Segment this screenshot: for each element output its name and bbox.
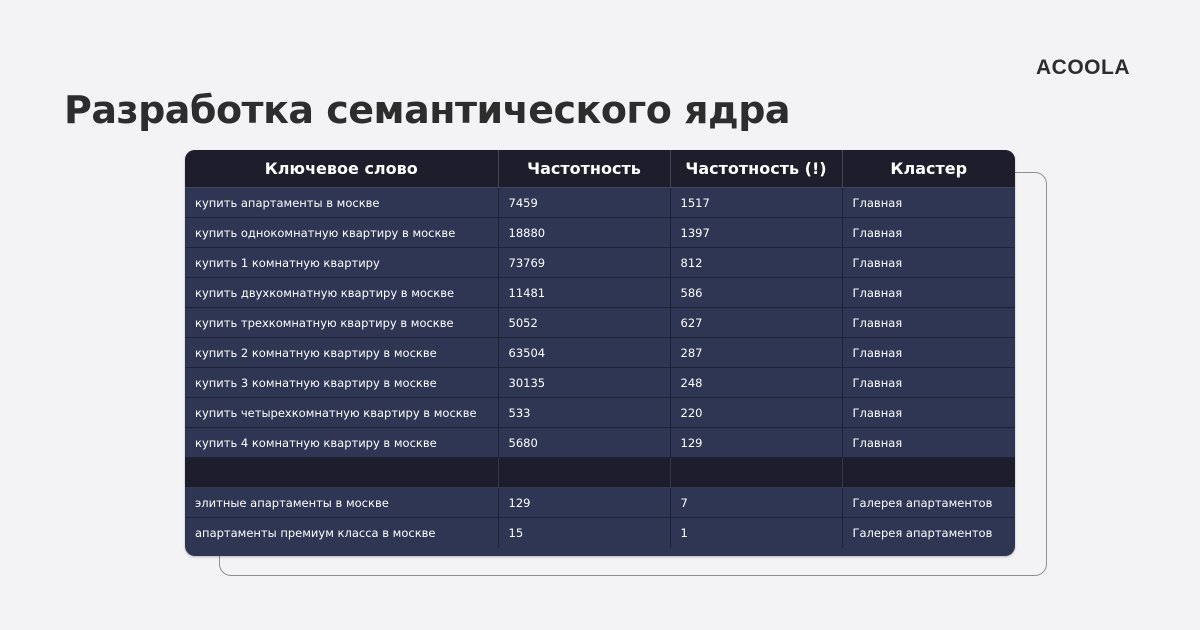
cell-cluster: Галерея апартаментов bbox=[852, 525, 993, 540]
cell-cluster: Главная bbox=[842, 367, 1015, 398]
cell-frequency: 11481 bbox=[498, 277, 671, 308]
cell-cluster: Галерея апартаментов bbox=[842, 487, 1015, 518]
cell-keyword: купить 2 комнатную квартиру в москве bbox=[185, 337, 499, 368]
cell-exact-frequency: 129 bbox=[670, 427, 843, 458]
separator-cell bbox=[185, 457, 499, 488]
cell-exact-frequency: 7 bbox=[670, 487, 843, 518]
cell-keyword: купить однокомнатную квартиру в москве bbox=[185, 217, 499, 248]
cell-cluster: Главная bbox=[842, 307, 1015, 338]
cell-frequency: 63504 bbox=[498, 337, 671, 368]
table-row: купить трехкомнатную квартиру в москве 5… bbox=[185, 307, 1015, 338]
cell-cluster: Главная bbox=[842, 277, 1015, 308]
cell-frequency: 129 bbox=[498, 487, 671, 518]
cell-keyword: купить 3 комнатную квартиру в москве bbox=[185, 367, 499, 398]
cell-frequency: 18880 bbox=[498, 217, 671, 248]
cell-cluster: Главная bbox=[842, 397, 1015, 428]
cell-keyword: купить 4 комнатную квартиру в москве bbox=[185, 427, 499, 458]
cell-frequency: 15 bbox=[498, 517, 671, 548]
header-frequency: Частотность bbox=[498, 150, 671, 188]
semantic-core-table-card: Ключевое слово Частотность Частотность (… bbox=[185, 150, 1015, 556]
cell-cluster: Главная bbox=[842, 247, 1015, 278]
cell-exact-frequency: 248 bbox=[670, 367, 843, 398]
table-row: купить 4 комнатную квартиру в москве 568… bbox=[185, 427, 1015, 458]
table-row: купить 3 комнатную квартиру в москве 301… bbox=[185, 367, 1015, 398]
cell-exact-frequency: 812 bbox=[670, 247, 843, 278]
semantic-core-table: Ключевое слово Частотность Частотность (… bbox=[185, 150, 1015, 548]
table-row: купить 2 комнатную квартиру в москве 635… bbox=[185, 337, 1015, 368]
cell-frequency: 73769 bbox=[498, 247, 671, 278]
cell-keyword: купить двухкомнатную квартиру в москве bbox=[185, 277, 499, 308]
table-separator-row bbox=[185, 457, 1015, 488]
cell-exact-frequency: 287 bbox=[670, 337, 843, 368]
cell-exact-frequency: 586 bbox=[670, 277, 843, 308]
cell-exact-frequency: 220 bbox=[670, 397, 843, 428]
acoola-logo: ACOOLA bbox=[1036, 56, 1130, 79]
table-row: купить апартаменты в москве 7459 1517 Гл… bbox=[185, 187, 1015, 218]
header-cluster: Кластер bbox=[842, 150, 1015, 188]
cell-keyword: апартаменты премиум класса в москве bbox=[185, 517, 499, 548]
cell-exact-frequency: 1397 bbox=[670, 217, 843, 248]
cell-keyword: купить трехкомнатную квартиру в москве bbox=[185, 307, 499, 338]
cell-cluster: Главная bbox=[842, 427, 1015, 458]
table-row: купить четырехкомнатную квартиру в москв… bbox=[185, 397, 1015, 428]
table-row: купить однокомнатную квартиру в москве 1… bbox=[185, 217, 1015, 248]
cell-keyword: элитные апартаменты в москве bbox=[185, 487, 499, 518]
table-row: купить 1 комнатную квартиру 73769 812 Гл… bbox=[185, 247, 1015, 278]
header-keyword: Ключевое слово bbox=[185, 150, 499, 188]
cell-cluster: Главная bbox=[842, 187, 1015, 218]
cell-frequency: 5680 bbox=[498, 427, 671, 458]
cell-keyword: купить 1 комнатную квартиру bbox=[185, 247, 499, 278]
cell-exact-frequency: 1 bbox=[670, 517, 843, 548]
table-row: элитные апартаменты в москве 129 7 Галер… bbox=[185, 487, 1015, 518]
separator-cell bbox=[498, 457, 671, 488]
table-row: апартаменты премиум класса в москве 15 1… bbox=[185, 517, 1015, 548]
cell-keyword: купить четырехкомнатную квартиру в москв… bbox=[185, 397, 499, 428]
page-title: Разработка семантического ядра bbox=[64, 88, 791, 132]
table-row: купить двухкомнатную квартиру в москве 1… bbox=[185, 277, 1015, 308]
separator-cell bbox=[670, 457, 843, 488]
table-header-row: Ключевое слово Частотность Частотность (… bbox=[185, 150, 1015, 188]
header-exact-frequency: Частотность (!) bbox=[670, 150, 843, 188]
cell-keyword: купить апартаменты в москве bbox=[185, 187, 499, 218]
cell-frequency: 7459 bbox=[498, 187, 671, 218]
cell-cluster: Главная bbox=[842, 217, 1015, 248]
cell-frequency: 5052 bbox=[498, 307, 671, 338]
cell-exact-frequency: 1517 bbox=[670, 187, 843, 218]
separator-cell bbox=[842, 457, 1015, 488]
cell-frequency: 533 bbox=[498, 397, 671, 428]
cell-frequency: 30135 bbox=[498, 367, 671, 398]
cell-cluster: Главная bbox=[842, 337, 1015, 368]
cell-exact-frequency: 627 bbox=[670, 307, 843, 338]
